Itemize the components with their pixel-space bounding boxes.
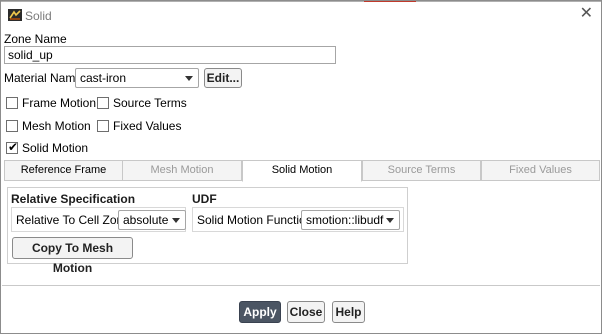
copy-to-mesh-motion-button[interactable]: Copy To Mesh Motion: [12, 237, 133, 275]
edit-material-button[interactable]: Edit...: [204, 68, 242, 88]
close-icon[interactable]: ✕: [580, 6, 593, 22]
tab-bar: Reference Frame Mesh Motion Solid Motion…: [4, 160, 601, 182]
solid-motion-function-select[interactable]: smotion::libudf: [301, 210, 400, 230]
help-button[interactable]: Help: [332, 301, 365, 323]
solid-motion-function-value: smotion::libudf: [306, 213, 384, 227]
chevron-down-icon: [185, 76, 193, 81]
relative-spec-title: Relative Specification: [11, 192, 136, 206]
material-selected-value: cast-iron: [80, 71, 127, 85]
solid-motion-panel: Relative Specification Relative To Cell …: [7, 187, 408, 275]
solid-dialog: Solid ✕ Zone Name solid_up Material Name…: [0, 0, 602, 334]
fixed-values-label: Fixed Values: [113, 119, 182, 133]
solid-motion-checkbox[interactable]: ✔: [6, 140, 19, 154]
tab-fixed-values[interactable]: Fixed Values: [481, 160, 600, 181]
solid-motion-label: Solid Motion: [22, 141, 89, 155]
close-button[interactable]: Close: [287, 301, 325, 323]
tab-solid-motion[interactable]: Solid Motion: [242, 160, 362, 182]
relative-to-cell-zone-label: Relative To Cell Zone: [16, 213, 130, 227]
relative-cell-zone-select[interactable]: absolute: [118, 210, 186, 230]
tab-source-terms[interactable]: Source Terms: [362, 160, 481, 181]
frame-motion-checkbox[interactable]: [6, 97, 18, 109]
check-icon: ✔: [8, 140, 19, 154]
udf-group: Solid Motion Function smotion::libudf: [192, 207, 404, 232]
footer-divider: [2, 285, 600, 286]
fixed-values-checkbox[interactable]: [97, 120, 109, 132]
source-terms-label: Source Terms: [113, 96, 187, 110]
chevron-down-icon: [386, 218, 394, 223]
udf-title: UDF: [192, 192, 217, 206]
relative-spec-group: Relative To Cell Zone absolute: [11, 207, 186, 232]
material-name-label: Material Name: [4, 71, 83, 85]
tab-reference-frame[interactable]: Reference Frame: [4, 160, 123, 181]
mesh-motion-checkbox[interactable]: [6, 120, 18, 132]
zone-name-input[interactable]: solid_up: [4, 46, 336, 64]
material-select[interactable]: cast-iron: [75, 68, 199, 88]
apply-button[interactable]: Apply: [239, 301, 281, 323]
tab-mesh-motion[interactable]: Mesh Motion: [122, 160, 242, 181]
relative-cell-zone-value: absolute: [123, 213, 169, 227]
chevron-down-icon: [172, 218, 180, 223]
mesh-motion-label: Mesh Motion: [22, 119, 91, 133]
source-terms-checkbox[interactable]: [97, 97, 109, 109]
fluent-app-icon: [8, 9, 22, 21]
solid-motion-function-label: Solid Motion Function: [197, 213, 313, 227]
frame-motion-label: Frame Motion: [22, 96, 97, 110]
window-title: Solid: [25, 9, 52, 23]
title-bar[interactable]: Solid ✕: [1, 2, 601, 28]
zone-name-label: Zone Name: [4, 32, 67, 46]
